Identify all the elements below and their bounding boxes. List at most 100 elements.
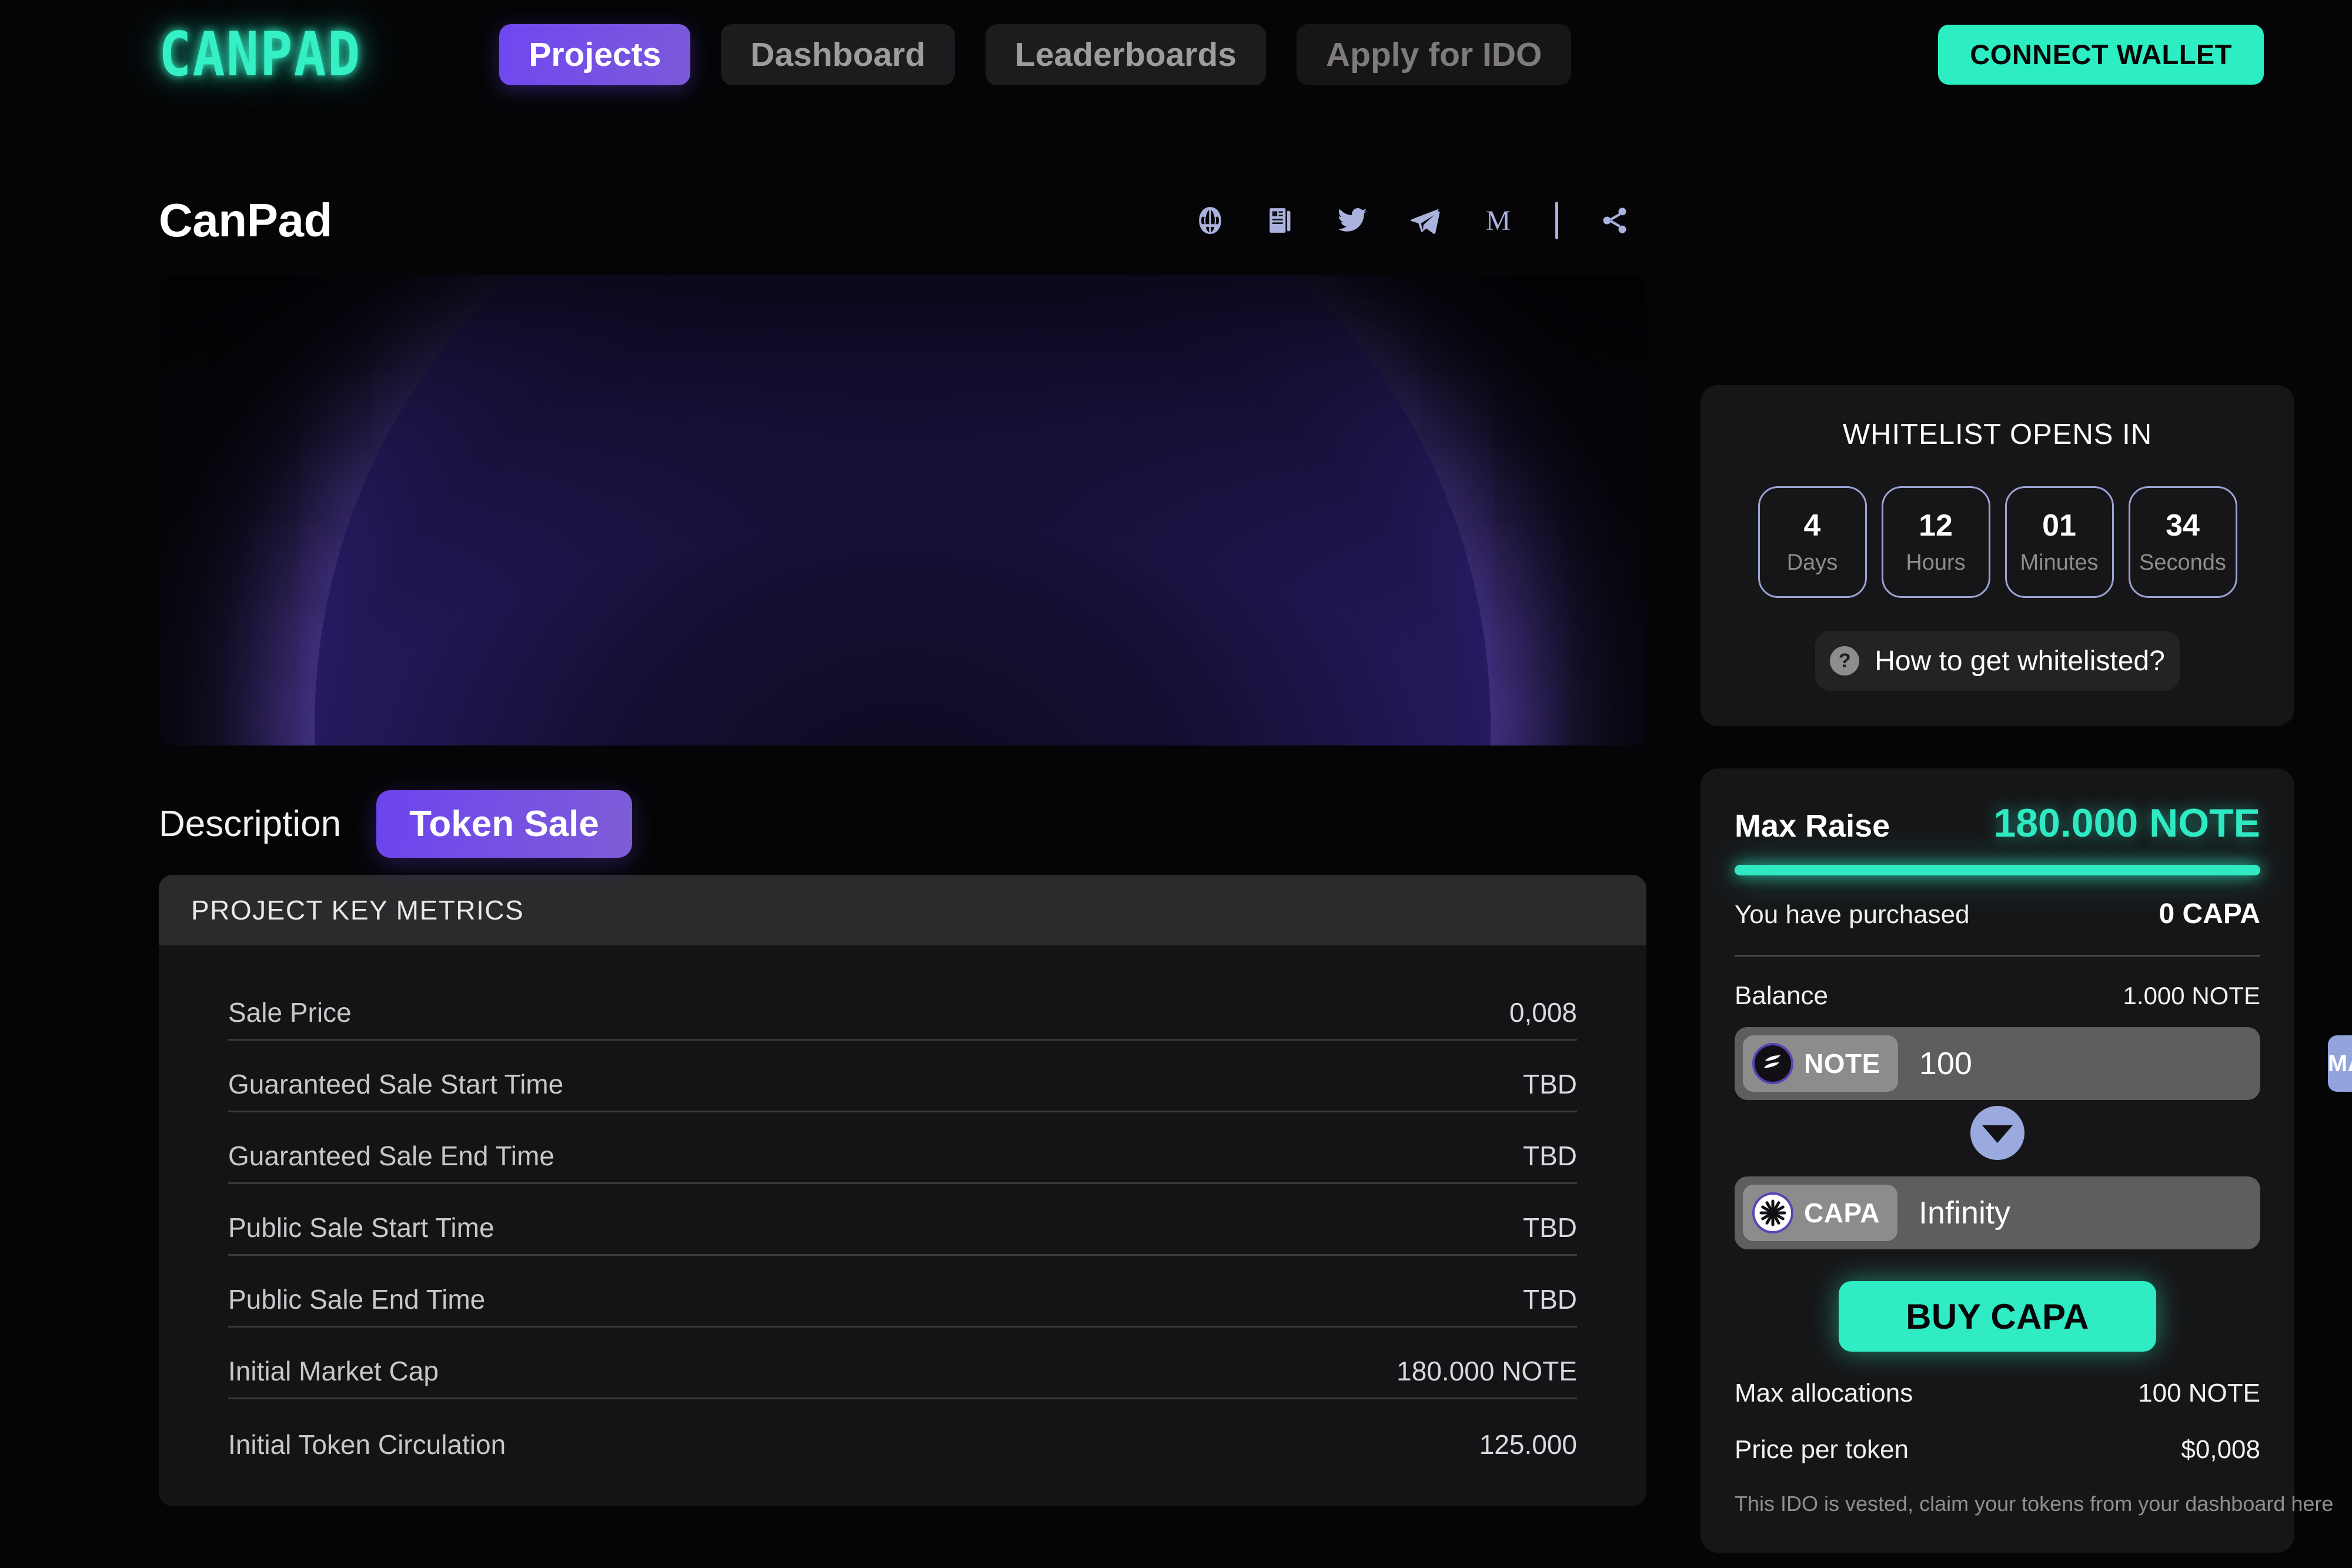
table-row: Initial Market Cap 180.000 NOTE bbox=[228, 1328, 1577, 1399]
how-to-get-whitelisted-button[interactable]: ? How to get whitelisted? bbox=[1815, 631, 2180, 691]
purchased-value: 0 CAPA bbox=[2159, 898, 2260, 930]
content-tabs: Description Token Sale bbox=[159, 790, 1646, 858]
countdown-minutes: 01 Minutes bbox=[2004, 486, 2114, 598]
metric-value: TBD bbox=[1523, 1141, 1577, 1171]
whitelist-title: WHITELIST OPENS IN bbox=[1842, 419, 2153, 450]
to-token-symbol: CAPA bbox=[1804, 1198, 1880, 1228]
metrics-rows: Sale Price 0,008 Guaranteed Sale Start T… bbox=[159, 945, 1646, 1506]
top-navigation-bar: CANPAD Projects Dashboard Leaderboards A… bbox=[0, 0, 2352, 109]
countdown-days: 4 Days bbox=[1758, 486, 1867, 598]
page-body: CanPad M Description Token Sale PROJECT … bbox=[0, 109, 2352, 1553]
raise-progress-bar bbox=[1735, 865, 2260, 875]
tab-token-sale[interactable]: Token Sale bbox=[376, 790, 632, 858]
metric-value: 180.000 NOTE bbox=[1396, 1356, 1577, 1386]
purchased-row: You have purchased 0 CAPA bbox=[1735, 898, 2260, 957]
nav-item-leaderboards[interactable]: Leaderboards bbox=[985, 24, 1266, 85]
capa-token-icon bbox=[1755, 1195, 1791, 1231]
countdown-value: 4 bbox=[1803, 509, 1821, 543]
vesting-note[interactable]: This IDO is vested, claim your tokens fr… bbox=[1735, 1492, 2333, 1516]
project-banner-image bbox=[159, 275, 1646, 745]
metric-value: 125.000 bbox=[1479, 1429, 1577, 1460]
price-per-token-label: Price per token bbox=[1735, 1435, 1909, 1464]
balance-value: 1.000 NOTE bbox=[2123, 982, 2260, 1009]
countdown-unit: Hours bbox=[1906, 550, 1966, 575]
whitepaper-icon[interactable] bbox=[1266, 206, 1295, 235]
countdown-value: 12 bbox=[1919, 509, 1953, 543]
metric-label: Initial Token Circulation bbox=[228, 1429, 506, 1460]
table-row: Public Sale End Time TBD bbox=[228, 1256, 1577, 1328]
twitter-icon[interactable] bbox=[1337, 205, 1368, 236]
countdown-unit: Seconds bbox=[2139, 550, 2226, 575]
countdown-seconds: 34 Seconds bbox=[2128, 486, 2237, 598]
max-raise-value: 180.000 NOTE bbox=[1993, 801, 2260, 845]
chevron-down-icon bbox=[1982, 1125, 2013, 1143]
nav-item-dashboard[interactable]: Dashboard bbox=[721, 24, 956, 85]
balance-row: Balance 1.000 NOTE bbox=[1735, 981, 2260, 1011]
nav-item-apply-for-ido[interactable]: Apply for IDO bbox=[1297, 24, 1572, 85]
countdown-value: 34 bbox=[2166, 509, 2200, 543]
social-links: M bbox=[1195, 202, 1646, 239]
max-allocations-row: Max allocations 100 NOTE bbox=[1735, 1379, 2260, 1408]
to-token-selector[interactable]: CAPA bbox=[1743, 1185, 1897, 1241]
swap-direction-row bbox=[1735, 1106, 2260, 1160]
from-token-field: NOTE MAX bbox=[1735, 1027, 2352, 1100]
metric-value: TBD bbox=[1523, 1069, 1577, 1099]
from-token-selector[interactable]: NOTE bbox=[1743, 1035, 1898, 1092]
balance-label: Balance bbox=[1735, 981, 1829, 1010]
countdown-unit: Minutes bbox=[2020, 550, 2099, 575]
table-row: Guaranteed Sale Start Time TBD bbox=[228, 1041, 1577, 1112]
swap-direction-button[interactable] bbox=[1970, 1106, 2024, 1160]
from-token-symbol: NOTE bbox=[1804, 1048, 1880, 1079]
connect-wallet-button[interactable]: CONNECT WALLET bbox=[1938, 24, 2264, 85]
metric-value: TBD bbox=[1523, 1284, 1577, 1315]
metric-label: Initial Market Cap bbox=[228, 1356, 439, 1386]
divider bbox=[1555, 202, 1558, 239]
tab-description[interactable]: Description bbox=[159, 803, 341, 845]
share-icon[interactable] bbox=[1599, 205, 1630, 236]
metric-value: 0,008 bbox=[1509, 997, 1577, 1028]
nav-item-projects[interactable]: Projects bbox=[499, 24, 691, 85]
max-allocations-label: Max allocations bbox=[1735, 1379, 1913, 1407]
metric-label: Guaranteed Sale Start Time bbox=[228, 1069, 564, 1099]
max-allocations-value: 100 NOTE bbox=[2138, 1379, 2260, 1407]
table-row: Public Sale Start Time TBD bbox=[228, 1184, 1577, 1256]
project-key-metrics-card: PROJECT KEY METRICS Sale Price 0,008 Gua… bbox=[159, 875, 1646, 1506]
svg-text:M: M bbox=[1486, 206, 1511, 236]
countdown-unit: Days bbox=[1786, 550, 1838, 575]
globe-icon[interactable] bbox=[1195, 206, 1225, 235]
countdown-hours: 12 Hours bbox=[1881, 486, 1990, 598]
price-per-token-row: Price per token $0,008 bbox=[1735, 1435, 2260, 1465]
how-to-get-whitelisted-label: How to get whitelisted? bbox=[1875, 645, 2165, 677]
metric-label: Public Sale Start Time bbox=[228, 1212, 495, 1243]
banner-vignette bbox=[159, 275, 1646, 745]
project-header: CanPad M bbox=[159, 182, 1646, 259]
to-token-field: CAPA bbox=[1735, 1176, 2327, 1249]
metric-value: TBD bbox=[1523, 1212, 1577, 1243]
whitelist-countdown-panel: WHITELIST OPENS IN 4 Days 12 Hours 01 Mi… bbox=[1700, 385, 2294, 726]
from-amount-input[interactable] bbox=[1897, 1045, 2328, 1082]
canpad-logo[interactable]: CANPAD bbox=[159, 19, 361, 90]
purchase-panel: Max Raise 180.000 NOTE You have purchase… bbox=[1700, 768, 2352, 1553]
buy-capa-button[interactable]: BUY CAPA bbox=[1839, 1281, 2156, 1352]
max-raise-row: Max Raise 180.000 NOTE bbox=[1735, 800, 2260, 846]
left-column: CanPad M Description Token Sale PROJECT … bbox=[159, 109, 1646, 1553]
question-mark-icon: ? bbox=[1830, 646, 1860, 676]
medium-icon[interactable]: M bbox=[1482, 205, 1514, 236]
metric-label: Sale Price bbox=[228, 997, 352, 1028]
note-token-icon bbox=[1755, 1045, 1791, 1082]
max-button[interactable]: MAX bbox=[2327, 1035, 2352, 1092]
price-per-token-value: $0,008 bbox=[2181, 1435, 2260, 1464]
purchased-label: You have purchased bbox=[1735, 900, 1970, 929]
countdown-timer: 4 Days 12 Hours 01 Minutes 34 Seconds bbox=[1731, 486, 2264, 598]
telegram-icon[interactable] bbox=[1409, 205, 1441, 236]
main-nav: Projects Dashboard Leaderboards Apply fo… bbox=[499, 24, 1572, 85]
max-raise-label: Max Raise bbox=[1735, 808, 1890, 844]
page-title: CanPad bbox=[159, 194, 332, 246]
metric-label: Guaranteed Sale End Time bbox=[228, 1141, 554, 1171]
right-column: WHITELIST OPENS IN 4 Days 12 Hours 01 Mi… bbox=[1700, 109, 2352, 1553]
metrics-header: PROJECT KEY METRICS bbox=[159, 875, 1646, 945]
table-row: Sale Price 0,008 bbox=[228, 969, 1577, 1041]
metric-label: Public Sale End Time bbox=[228, 1284, 486, 1315]
countdown-value: 01 bbox=[2042, 509, 2076, 543]
to-amount-input[interactable] bbox=[1897, 1195, 2327, 1231]
